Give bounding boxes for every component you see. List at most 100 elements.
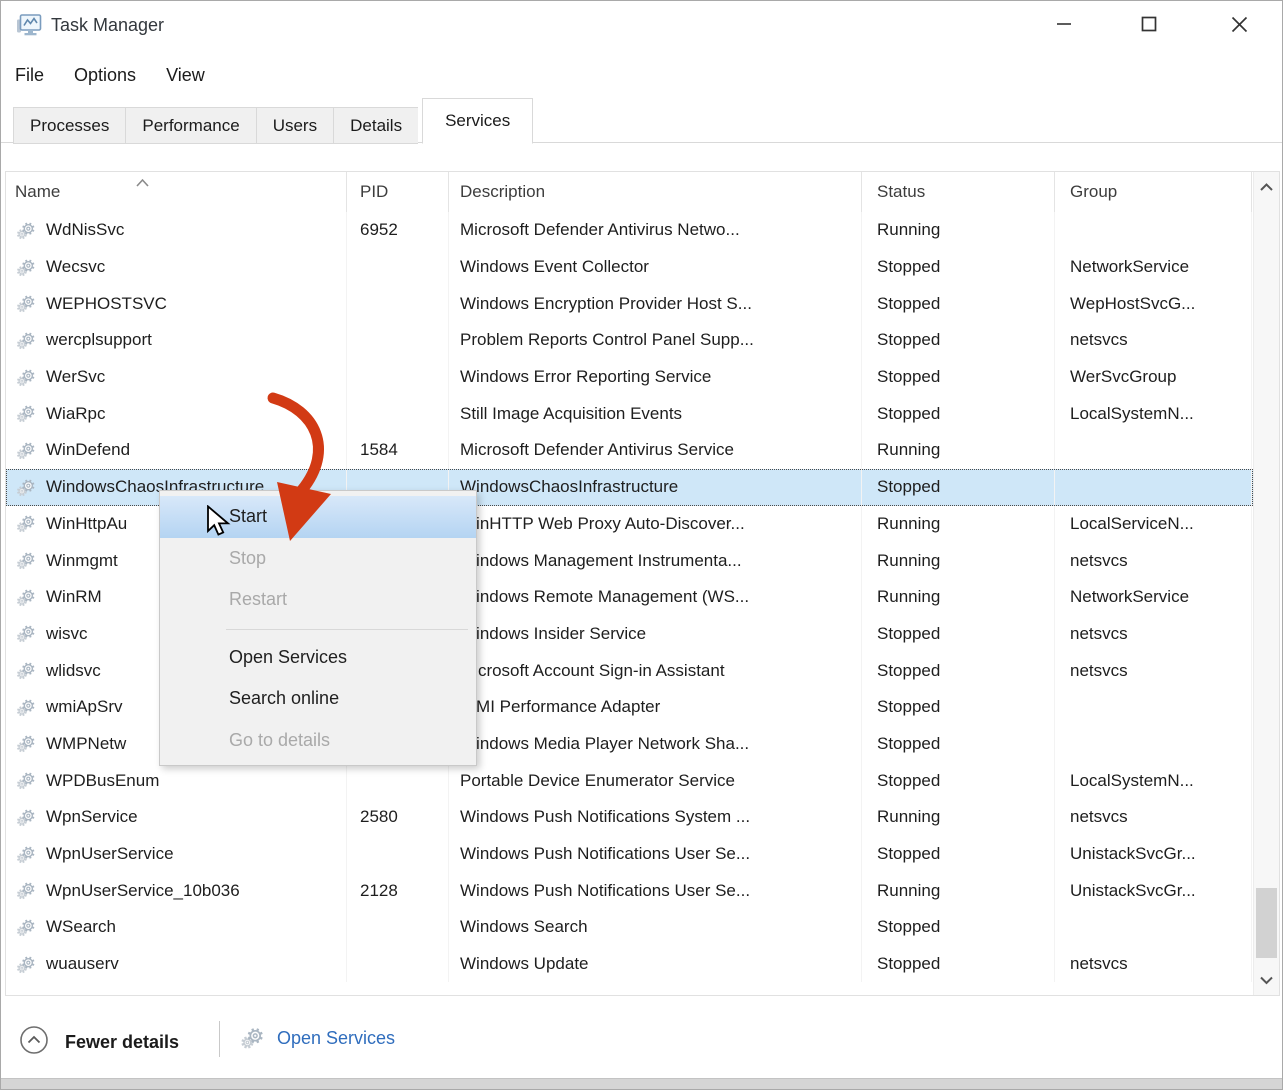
cell-pid <box>347 836 449 873</box>
tab-processes[interactable]: Processes <box>13 107 125 144</box>
menu-view[interactable]: View <box>166 65 205 86</box>
cell-description: WinHTTP Web Proxy Auto-Discover... <box>449 506 862 543</box>
service-gear-icon <box>15 770 38 791</box>
cell-description: Microsoft Defender Antivirus Netwo... <box>449 212 862 249</box>
service-gear-icon <box>15 807 38 828</box>
scrollbar-thumb[interactable] <box>1256 888 1277 958</box>
cell-name: WEPHOSTSVC <box>6 285 347 322</box>
service-row-WpnUserService[interactable]: WpnUserService Windows Push Notifications… <box>6 836 1253 873</box>
cell-name: WpnService <box>6 799 347 836</box>
service-row-WiaRpc[interactable]: WiaRpc Still Image Acquisition EventsStop… <box>6 395 1253 432</box>
service-row-WPDBusEnum[interactable]: WPDBusEnumPortable Device Enumerator Ser… <box>6 762 1253 799</box>
cell-name: wuauserv <box>6 946 347 983</box>
cell-name: WpnUserService <box>6 836 347 873</box>
menu-options[interactable]: Options <box>74 65 136 86</box>
context-menu-item-go-to-details: Go to details <box>160 720 476 762</box>
service-gear-icon <box>15 513 38 534</box>
column-header-pid[interactable]: PID <box>347 172 449 212</box>
context-menu-item-search-online[interactable]: Search online <box>160 678 476 720</box>
title-bar: Task Manager <box>1 1 1282 51</box>
cell-name: WSearch <box>6 909 347 946</box>
service-gear-icon <box>15 844 38 865</box>
service-row-wercplsupport[interactable]: wercplsupportProblem Reports Control Pan… <box>6 322 1253 359</box>
menu-file[interactable]: File <box>15 65 44 86</box>
cell-description: Windows Update <box>449 946 862 983</box>
cell-description: Windows Media Player Network Sha... <box>449 726 862 763</box>
column-header-group[interactable]: Group <box>1055 172 1252 212</box>
cell-group: netsvcs <box>1055 322 1252 359</box>
cell-group: netsvcs <box>1055 652 1252 689</box>
cell-status: Stopped <box>862 395 1055 432</box>
service-row-WpnUserService_10b036[interactable]: WpnUserService_10b0362128Windows Push No… <box>6 872 1253 909</box>
tab-details[interactable]: Details <box>333 107 418 144</box>
service-gear-icon <box>15 550 38 571</box>
cell-group <box>1055 909 1252 946</box>
service-row-WinDefend[interactable]: WinDefend1584Microsoft Defender Antiviru… <box>6 432 1253 469</box>
cell-group: netsvcs <box>1055 542 1252 579</box>
scroll-up-button[interactable] <box>1254 174 1279 200</box>
cell-group: LocalSystemN... <box>1055 395 1252 432</box>
cell-pid <box>347 249 449 286</box>
service-row-wuauserv[interactable]: wuauservWindows UpdateStoppednetsvcs <box>6 946 1253 983</box>
context-menu-item-start[interactable]: Start <box>160 496 476 538</box>
open-services-link[interactable]: Open Services <box>239 1025 395 1051</box>
cell-pid <box>347 762 449 799</box>
cell-description: Windows Search <box>449 909 862 946</box>
cell-status: Running <box>862 579 1055 616</box>
cell-group: LocalSystemN... <box>1055 762 1252 799</box>
service-row-WSearch[interactable]: WSearchWindows SearchStopped <box>6 909 1253 946</box>
service-gear-icon <box>15 293 38 314</box>
cell-pid <box>347 322 449 359</box>
tab-users[interactable]: Users <box>256 107 333 144</box>
task-manager-window: Task Manager File Options View ProcessesPe… <box>0 0 1283 1090</box>
cell-name: Wecsvc <box>6 249 347 286</box>
cell-description: Still Image Acquisition Events <box>449 395 862 432</box>
service-row-Wecsvc[interactable]: WecsvcWindows Event CollectorStoppedNetw… <box>6 249 1253 286</box>
service-row-WerSvc[interactable]: WerSvcWindows Error Reporting ServiceSto… <box>6 359 1253 396</box>
cell-description: Portable Device Enumerator Service <box>449 762 862 799</box>
cell-status: Stopped <box>862 836 1055 873</box>
cell-group: WerSvcGroup <box>1055 359 1252 396</box>
service-gear-icon <box>15 917 38 938</box>
context-menu-item-open-services[interactable]: Open Services <box>160 637 476 679</box>
cell-description: Windows Remote Management (WS... <box>449 579 862 616</box>
minimize-button[interactable] <box>1039 5 1089 43</box>
cell-status: Running <box>862 432 1055 469</box>
fewer-details-button[interactable]: Fewer details <box>19 1025 179 1060</box>
tab-services[interactable]: Services <box>422 98 533 144</box>
gear-icon <box>239 1025 267 1051</box>
cell-description: Windows Push Notifications System ... <box>449 799 862 836</box>
cell-name: WpnUserService_10b036 <box>6 872 347 909</box>
cell-description: Windows Encryption Provider Host S... <box>449 285 862 322</box>
cell-group: netsvcs <box>1055 946 1252 983</box>
cell-pid: 2580 <box>347 799 449 836</box>
cell-group: UnistackSvcGr... <box>1055 872 1252 909</box>
cell-description: Windows Event Collector <box>449 249 862 286</box>
cell-pid <box>347 946 449 983</box>
service-row-WdNisSvc[interactable]: WdNisSvc6952Microsoft Defender Antivirus… <box>6 212 1253 249</box>
scroll-down-button[interactable] <box>1254 967 1279 993</box>
column-header-name[interactable]: Name <box>6 172 347 212</box>
cell-status: Stopped <box>862 689 1055 726</box>
service-row-WpnService[interactable]: WpnService2580Windows Push Notifications… <box>6 799 1253 836</box>
cell-status: Stopped <box>862 322 1055 359</box>
cell-description: Problem Reports Control Panel Supp... <box>449 322 862 359</box>
cell-name: WiaRpc <box>6 395 347 432</box>
column-header-description[interactable]: Description <box>449 172 862 212</box>
window-bottom-edge <box>1 1078 1282 1090</box>
cell-description: Windows Push Notifications User Se... <box>449 836 862 873</box>
service-gear-icon <box>15 880 38 901</box>
service-gear-icon <box>15 403 38 424</box>
cell-group: netsvcs <box>1055 799 1252 836</box>
cell-description: WindowsChaosInfrastructure <box>449 469 862 506</box>
menu-separator <box>226 629 468 630</box>
service-gear-icon <box>15 587 38 608</box>
cell-description: Windows Management Instrumenta... <box>449 542 862 579</box>
vertical-scrollbar[interactable] <box>1253 172 1279 995</box>
close-button[interactable] <box>1214 5 1264 43</box>
tab-performance[interactable]: Performance <box>125 107 255 144</box>
maximize-button[interactable] <box>1124 5 1174 43</box>
cell-pid <box>347 395 449 432</box>
service-row-WEPHOSTSVC[interactable]: WEPHOSTSVC Windows Encryption Provider Ho… <box>6 285 1253 322</box>
column-header-status[interactable]: Status <box>862 172 1055 212</box>
